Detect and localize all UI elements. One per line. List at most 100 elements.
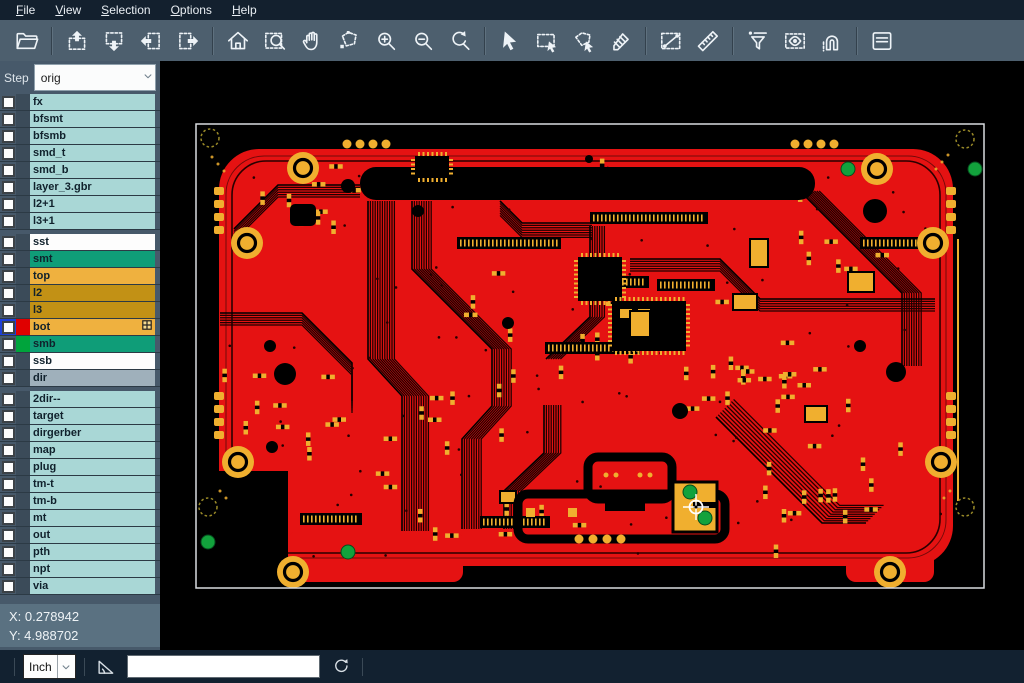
select-pointer-button[interactable] bbox=[491, 23, 528, 59]
layer-name[interactable]: target bbox=[30, 408, 155, 424]
layer-name[interactable]: map bbox=[30, 442, 155, 458]
layer-color-swatch[interactable] bbox=[16, 285, 30, 301]
checkbox[interactable] bbox=[2, 478, 15, 491]
move-right-button[interactable] bbox=[169, 23, 206, 59]
move-up-button[interactable] bbox=[58, 23, 95, 59]
layer-name[interactable]: fx bbox=[30, 94, 155, 110]
layer-name[interactable]: smb bbox=[30, 336, 155, 352]
angle-measure-icon[interactable] bbox=[93, 654, 119, 680]
layer-row-npt[interactable]: npt bbox=[0, 561, 160, 578]
layer-visibility-checkbox[interactable] bbox=[0, 408, 16, 424]
layer-name[interactable]: tm-b bbox=[30, 493, 155, 509]
layer-visibility-checkbox[interactable] bbox=[0, 285, 16, 301]
checkbox[interactable] bbox=[2, 270, 15, 283]
checkbox[interactable] bbox=[2, 427, 15, 440]
checkbox[interactable] bbox=[2, 546, 15, 559]
step-select[interactable]: orig bbox=[34, 64, 156, 91]
layer-visibility-checkbox[interactable] bbox=[0, 162, 16, 178]
layer-name[interactable]: l2 bbox=[30, 285, 155, 301]
layer-name[interactable]: via bbox=[30, 578, 155, 594]
layer-color-swatch[interactable] bbox=[16, 527, 30, 543]
checkbox[interactable] bbox=[2, 495, 15, 508]
layer-name[interactable]: layer_3.gbr bbox=[30, 179, 155, 195]
layer-name[interactable]: dirgerber bbox=[30, 425, 155, 441]
layer-name[interactable]: top bbox=[30, 268, 155, 284]
layer-color-swatch[interactable] bbox=[16, 251, 30, 267]
layer-name[interactable]: l3+1 bbox=[30, 213, 155, 229]
layer-color-swatch[interactable] bbox=[16, 196, 30, 212]
layer-visibility-checkbox[interactable] bbox=[0, 544, 16, 560]
layer-color-swatch[interactable] bbox=[16, 578, 30, 594]
layer-color-swatch[interactable] bbox=[16, 510, 30, 526]
layer-color-swatch[interactable] bbox=[16, 111, 30, 127]
layer-visibility-checkbox[interactable] bbox=[0, 459, 16, 475]
layer-row-map[interactable]: map bbox=[0, 442, 160, 459]
checkbox[interactable] bbox=[2, 529, 15, 542]
layer-visibility-checkbox[interactable] bbox=[0, 476, 16, 492]
show-selection-button[interactable] bbox=[776, 23, 813, 59]
layer-visibility-checkbox[interactable] bbox=[0, 196, 16, 212]
layer-visibility-checkbox[interactable] bbox=[0, 145, 16, 161]
layer-color-swatch[interactable] bbox=[16, 353, 30, 369]
layer-visibility-checkbox[interactable] bbox=[0, 128, 16, 144]
layer-color-swatch[interactable] bbox=[16, 162, 30, 178]
move-down-button[interactable] bbox=[95, 23, 132, 59]
layer-visibility-checkbox[interactable] bbox=[0, 268, 16, 284]
layer-name[interactable]: bot bbox=[30, 319, 155, 335]
layer-row-tm-t[interactable]: tm-t bbox=[0, 476, 160, 493]
layer-visibility-checkbox[interactable] bbox=[0, 213, 16, 229]
layer-color-swatch[interactable] bbox=[16, 302, 30, 318]
layer-row-l3[interactable]: l3 bbox=[0, 302, 160, 319]
layer-name[interactable]: out bbox=[30, 527, 155, 543]
layer-visibility-checkbox[interactable] bbox=[0, 493, 16, 509]
layer-name[interactable]: dir bbox=[30, 370, 155, 386]
layer-visibility-checkbox[interactable] bbox=[0, 302, 16, 318]
layer-visibility-checkbox[interactable] bbox=[0, 336, 16, 352]
menu-file[interactable]: File bbox=[6, 1, 45, 20]
layer-color-swatch[interactable] bbox=[16, 370, 30, 386]
layer-name[interactable]: l3 bbox=[30, 302, 155, 318]
open-file-button[interactable] bbox=[8, 23, 45, 59]
checkbox[interactable] bbox=[2, 96, 15, 109]
layer-color-swatch[interactable] bbox=[16, 408, 30, 424]
layer-color-swatch[interactable] bbox=[16, 391, 30, 407]
checkbox[interactable] bbox=[2, 164, 15, 177]
checkbox[interactable] bbox=[2, 512, 15, 525]
zoom-polygon-button[interactable] bbox=[330, 23, 367, 59]
pan-button[interactable] bbox=[293, 23, 330, 59]
layer-row-sst[interactable]: sst bbox=[0, 234, 160, 251]
layer-row-bfsmb[interactable]: bfsmb bbox=[0, 128, 160, 145]
checkbox[interactable] bbox=[2, 355, 15, 368]
layer-color-swatch[interactable] bbox=[16, 476, 30, 492]
layer-visibility-checkbox[interactable] bbox=[0, 578, 16, 594]
menu-selection[interactable]: Selection bbox=[91, 1, 160, 20]
layer-color-swatch[interactable] bbox=[16, 128, 30, 144]
menu-help[interactable]: Help bbox=[222, 1, 267, 20]
layer-name[interactable]: mt bbox=[30, 510, 155, 526]
layer-name[interactable]: sst bbox=[30, 234, 155, 250]
layer-name[interactable]: l2+1 bbox=[30, 196, 155, 212]
checkbox[interactable] bbox=[2, 461, 15, 474]
ruler-button[interactable] bbox=[689, 23, 726, 59]
layer-color-swatch[interactable] bbox=[16, 94, 30, 110]
layer-row-l2+1[interactable]: l2+1 bbox=[0, 196, 160, 213]
layer-row-dirgerber[interactable]: dirgerber bbox=[0, 425, 160, 442]
zoom-in-button[interactable] bbox=[367, 23, 404, 59]
layer-visibility-checkbox[interactable] bbox=[0, 251, 16, 267]
checkbox[interactable] bbox=[2, 444, 15, 457]
layer-name[interactable]: ssb bbox=[30, 353, 155, 369]
checkbox[interactable] bbox=[2, 563, 15, 576]
checkbox[interactable] bbox=[2, 130, 15, 143]
checkbox[interactable] bbox=[2, 410, 15, 423]
zoom-previous-button[interactable] bbox=[441, 23, 478, 59]
layer-color-swatch[interactable] bbox=[16, 561, 30, 577]
checkbox[interactable] bbox=[2, 113, 15, 126]
checkbox[interactable] bbox=[2, 393, 15, 406]
checkbox[interactable] bbox=[2, 304, 15, 317]
layer-color-swatch[interactable] bbox=[16, 145, 30, 161]
layer-color-swatch[interactable] bbox=[16, 493, 30, 509]
layer-row-bot[interactable]: bot bbox=[0, 319, 160, 336]
menu-view[interactable]: View bbox=[45, 1, 91, 20]
layer-visibility-checkbox[interactable] bbox=[0, 370, 16, 386]
layer-visibility-checkbox[interactable] bbox=[0, 561, 16, 577]
